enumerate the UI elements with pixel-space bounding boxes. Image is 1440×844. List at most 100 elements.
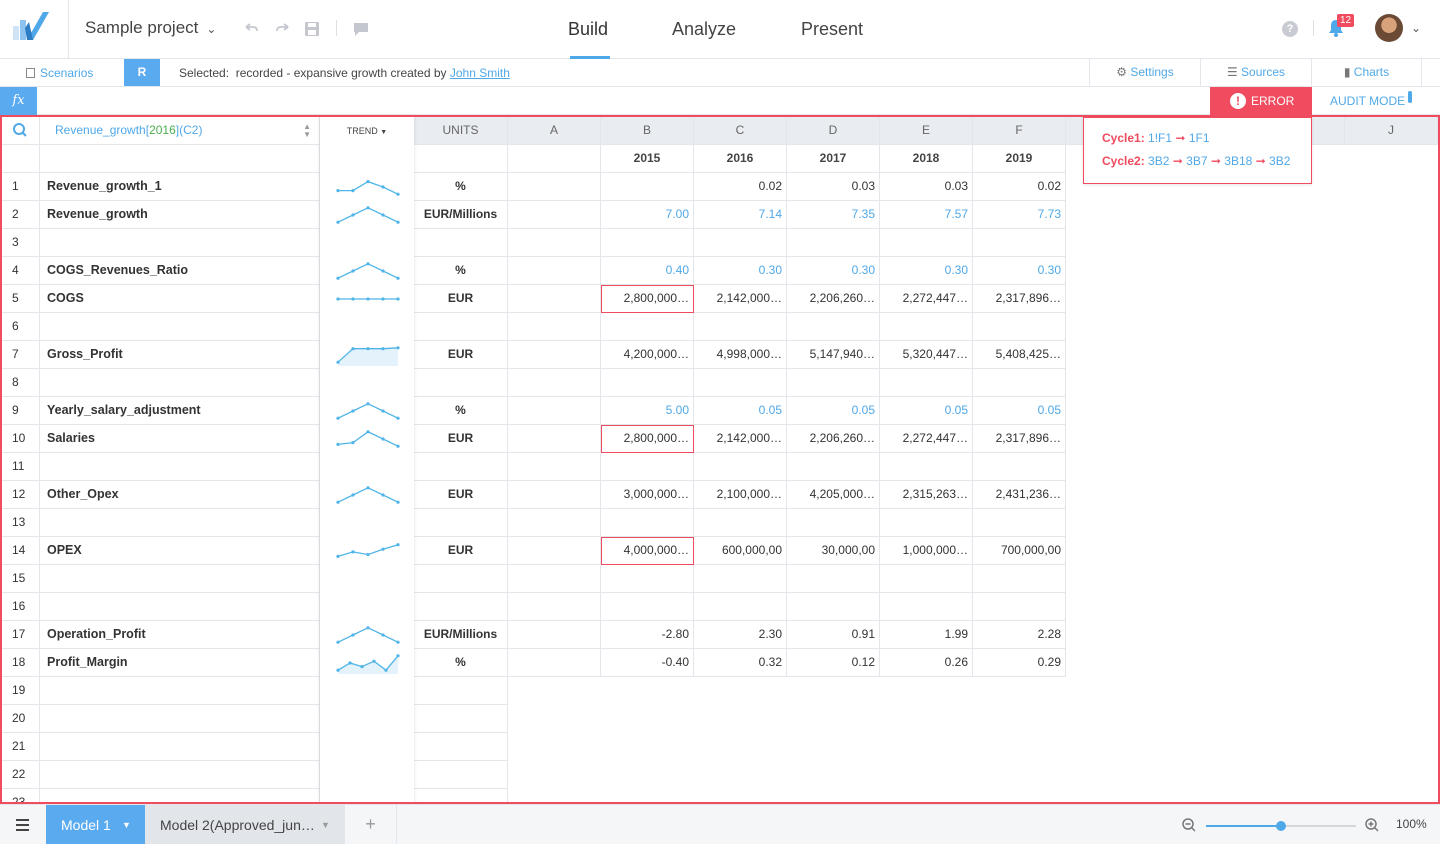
data-cell[interactable] (508, 201, 601, 229)
data-cell[interactable]: 0.29 (973, 649, 1066, 677)
data-cell[interactable] (973, 453, 1066, 481)
row-number[interactable]: 23 (2, 789, 40, 802)
data-cell[interactable] (880, 369, 973, 397)
data-cell[interactable] (508, 621, 601, 649)
data-cell[interactable]: 5.00 (601, 397, 694, 425)
row-name[interactable]: Revenue_growth_1 (40, 173, 320, 201)
row-units[interactable]: EUR (414, 285, 508, 313)
data-cell[interactable] (694, 509, 787, 537)
data-cell[interactable]: 0.32 (694, 649, 787, 677)
data-cell[interactable]: 0.26 (880, 649, 973, 677)
row-units[interactable] (414, 593, 508, 621)
row-number[interactable]: 22 (2, 761, 40, 789)
row-units[interactable]: % (414, 397, 508, 425)
data-cell[interactable] (694, 593, 787, 621)
row-units[interactable] (414, 761, 508, 789)
data-cell[interactable] (508, 397, 601, 425)
row-name[interactable] (40, 229, 320, 257)
column-header[interactable]: F (973, 117, 1066, 145)
row-name[interactable]: COGS_Revenues_Ratio (40, 257, 320, 285)
data-cell[interactable] (973, 593, 1066, 621)
data-cell[interactable]: 0.05 (694, 397, 787, 425)
zoom-out-icon[interactable] (1181, 817, 1197, 833)
data-cell[interactable]: 0.30 (694, 257, 787, 285)
data-cell[interactable] (787, 453, 880, 481)
row-units[interactable] (414, 509, 508, 537)
data-cell[interactable] (787, 369, 880, 397)
data-cell[interactable] (880, 565, 973, 593)
data-cell[interactable]: 0.30 (787, 257, 880, 285)
recorded-scenario-button[interactable]: R (124, 59, 160, 86)
data-cell[interactable]: 5,408,425… (973, 341, 1066, 369)
row-units[interactable]: % (414, 257, 508, 285)
row-name[interactable]: OPEX (40, 537, 320, 565)
zoom-in-icon[interactable] (1364, 817, 1380, 833)
cycle-ref-link[interactable]: 3B2 (1148, 154, 1169, 168)
column-header[interactable]: A (508, 117, 601, 145)
search-button[interactable] (2, 117, 40, 145)
data-cell[interactable] (508, 369, 601, 397)
data-cell[interactable] (694, 229, 787, 257)
data-cell[interactable]: 3,000,000… (601, 481, 694, 509)
model-tab-1[interactable]: Model 1 ▼ (46, 805, 145, 844)
data-cell[interactable]: 2,800,000… (601, 285, 694, 313)
data-cell[interactable]: 4,998,000… (694, 341, 787, 369)
data-cell[interactable] (508, 593, 601, 621)
scenarios-button[interactable]: Scenarios (26, 66, 93, 80)
row-number[interactable]: 9 (2, 397, 40, 425)
column-header[interactable]: E (880, 117, 973, 145)
data-cell[interactable]: 2,800,000… (601, 425, 694, 453)
row-name[interactable]: COGS (40, 285, 320, 313)
data-cell[interactable] (508, 509, 601, 537)
data-cell[interactable] (508, 537, 601, 565)
column-header[interactable]: J (1345, 117, 1438, 145)
row-number[interactable]: 7 (2, 341, 40, 369)
tab-build[interactable]: Build (568, 19, 608, 40)
data-cell[interactable]: 5,320,447… (880, 341, 973, 369)
charts-button[interactable]: ▮ Charts (1311, 59, 1422, 86)
data-cell[interactable] (880, 229, 973, 257)
data-cell[interactable]: 4,205,000… (787, 481, 880, 509)
row-name[interactable] (40, 313, 320, 341)
row-number[interactable]: 15 (2, 565, 40, 593)
data-cell[interactable] (694, 453, 787, 481)
units-header[interactable]: UNITS (414, 117, 508, 145)
error-button[interactable]: ! ERROR (1210, 87, 1312, 115)
data-cell[interactable] (508, 257, 601, 285)
row-name[interactable]: Gross_Profit (40, 341, 320, 369)
row-number[interactable]: 19 (2, 677, 40, 705)
data-cell[interactable] (508, 229, 601, 257)
data-cell[interactable]: -0.40 (601, 649, 694, 677)
row-name[interactable] (40, 369, 320, 397)
data-cell[interactable]: 2.30 (694, 621, 787, 649)
data-cell[interactable]: 0.12 (787, 649, 880, 677)
data-cell[interactable] (508, 481, 601, 509)
cycle-ref-link[interactable]: 3B18 (1224, 154, 1252, 168)
zoom-slider-handle[interactable] (1276, 821, 1286, 831)
row-number[interactable]: 18 (2, 649, 40, 677)
caret-down-icon[interactable]: ▼ (122, 805, 131, 844)
data-cell[interactable] (694, 565, 787, 593)
row-name[interactable] (40, 565, 320, 593)
data-cell[interactable] (601, 453, 694, 481)
data-cell[interactable]: 0.03 (880, 173, 973, 201)
avatar[interactable] (1375, 14, 1403, 42)
tab-present[interactable]: Present (801, 19, 863, 40)
data-cell[interactable] (973, 313, 1066, 341)
trend-header[interactable]: TREND ▼ (320, 117, 414, 145)
data-cell[interactable] (508, 341, 601, 369)
row-name[interactable] (40, 733, 320, 761)
save-icon[interactable] (302, 19, 322, 39)
settings-button[interactable]: ⚙ Settings (1089, 59, 1200, 86)
row-number[interactable]: 6 (2, 313, 40, 341)
data-cell[interactable] (508, 313, 601, 341)
row-name[interactable] (40, 593, 320, 621)
row-number[interactable]: 10 (2, 425, 40, 453)
data-cell[interactable] (508, 285, 601, 313)
project-selector[interactable]: Sample project ⌄ (85, 18, 216, 38)
data-cell[interactable]: 0.40 (601, 257, 694, 285)
data-cell[interactable]: 2,431,236… (973, 481, 1066, 509)
data-cell[interactable]: 0.30 (880, 257, 973, 285)
data-cell[interactable] (973, 565, 1066, 593)
app-logo[interactable] (0, 0, 69, 58)
